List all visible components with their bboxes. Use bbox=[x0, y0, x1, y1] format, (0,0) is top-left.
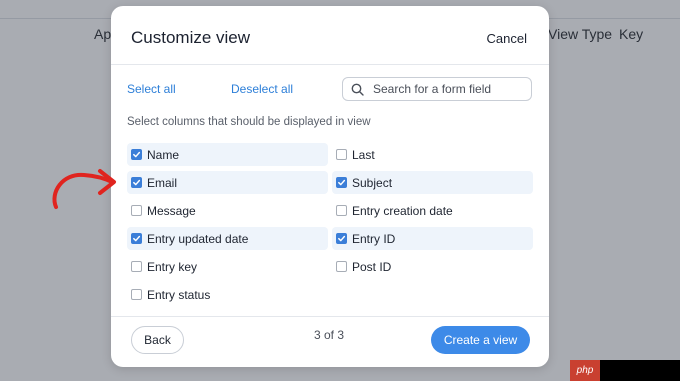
background-column-header: Ap bbox=[94, 26, 112, 42]
checkbox-unchecked[interactable] bbox=[131, 205, 142, 216]
back-button[interactable]: Back bbox=[131, 326, 184, 354]
background-column-header: Key bbox=[619, 26, 644, 42]
field-label: Name bbox=[147, 147, 180, 162]
php-logo: php bbox=[570, 360, 600, 381]
check-icon bbox=[133, 179, 141, 186]
field-option[interactable]: Post ID bbox=[332, 255, 533, 278]
field-label: Entry status bbox=[147, 287, 211, 302]
field-option[interactable]: Entry ID bbox=[332, 227, 533, 250]
watermark: php bbox=[570, 360, 680, 381]
checkbox-unchecked[interactable] bbox=[336, 261, 347, 272]
watermark-bar bbox=[600, 360, 680, 381]
field-label: Entry key bbox=[147, 259, 198, 274]
footer-divider bbox=[111, 316, 549, 317]
cancel-button[interactable]: Cancel bbox=[487, 31, 527, 46]
field-option[interactable]: Entry status bbox=[127, 283, 328, 306]
checkbox-checked[interactable] bbox=[131, 233, 142, 244]
red-curved-arrow-icon bbox=[52, 169, 116, 209]
checkbox-checked[interactable] bbox=[336, 233, 347, 244]
field-label: Message bbox=[147, 203, 196, 218]
field-option[interactable]: Entry updated date bbox=[127, 227, 328, 250]
check-icon bbox=[338, 235, 346, 242]
field-option[interactable]: Email bbox=[127, 171, 328, 194]
page-indicator: 3 of 3 bbox=[314, 328, 345, 342]
field-option[interactable]: Subject bbox=[332, 171, 533, 194]
field-option[interactable]: Entry creation date bbox=[332, 199, 533, 222]
check-icon bbox=[133, 151, 141, 158]
checkbox-checked[interactable] bbox=[131, 149, 142, 160]
check-icon bbox=[338, 179, 346, 186]
field-label: Post ID bbox=[352, 259, 392, 274]
header-divider bbox=[111, 64, 549, 65]
search-input[interactable] bbox=[371, 81, 525, 97]
checkbox-checked[interactable] bbox=[131, 177, 142, 188]
checkbox-unchecked[interactable] bbox=[336, 205, 347, 216]
customize-view-modal: Customize view Cancel Select all Deselec… bbox=[111, 6, 549, 367]
field-label: Last bbox=[352, 147, 375, 162]
deselect-all-link[interactable]: Deselect all bbox=[231, 82, 293, 96]
create-view-button[interactable]: Create a view bbox=[431, 326, 530, 354]
field-option[interactable]: Name bbox=[127, 143, 328, 166]
select-all-link[interactable]: Select all bbox=[127, 82, 176, 96]
checkbox-unchecked[interactable] bbox=[131, 261, 142, 272]
field-option[interactable]: Message bbox=[127, 199, 328, 222]
checkbox-unchecked[interactable] bbox=[336, 149, 347, 160]
field-option[interactable]: Entry key bbox=[127, 255, 328, 278]
checkbox-unchecked[interactable] bbox=[131, 289, 142, 300]
instruction-text: Select columns that should be displayed … bbox=[127, 116, 371, 128]
search-field[interactable] bbox=[342, 77, 532, 101]
background-column-header: View Type bbox=[548, 26, 613, 42]
modal-title: Customize view bbox=[131, 28, 251, 47]
field-label: Subject bbox=[352, 175, 393, 190]
check-icon bbox=[133, 235, 141, 242]
field-label: Email bbox=[147, 175, 178, 190]
checkbox-checked[interactable] bbox=[336, 177, 347, 188]
field-label: Entry ID bbox=[352, 231, 396, 246]
field-label: Entry creation date bbox=[352, 203, 453, 218]
field-label: Entry updated date bbox=[147, 231, 249, 246]
field-option[interactable]: Last bbox=[332, 143, 533, 166]
search-icon bbox=[351, 82, 365, 96]
